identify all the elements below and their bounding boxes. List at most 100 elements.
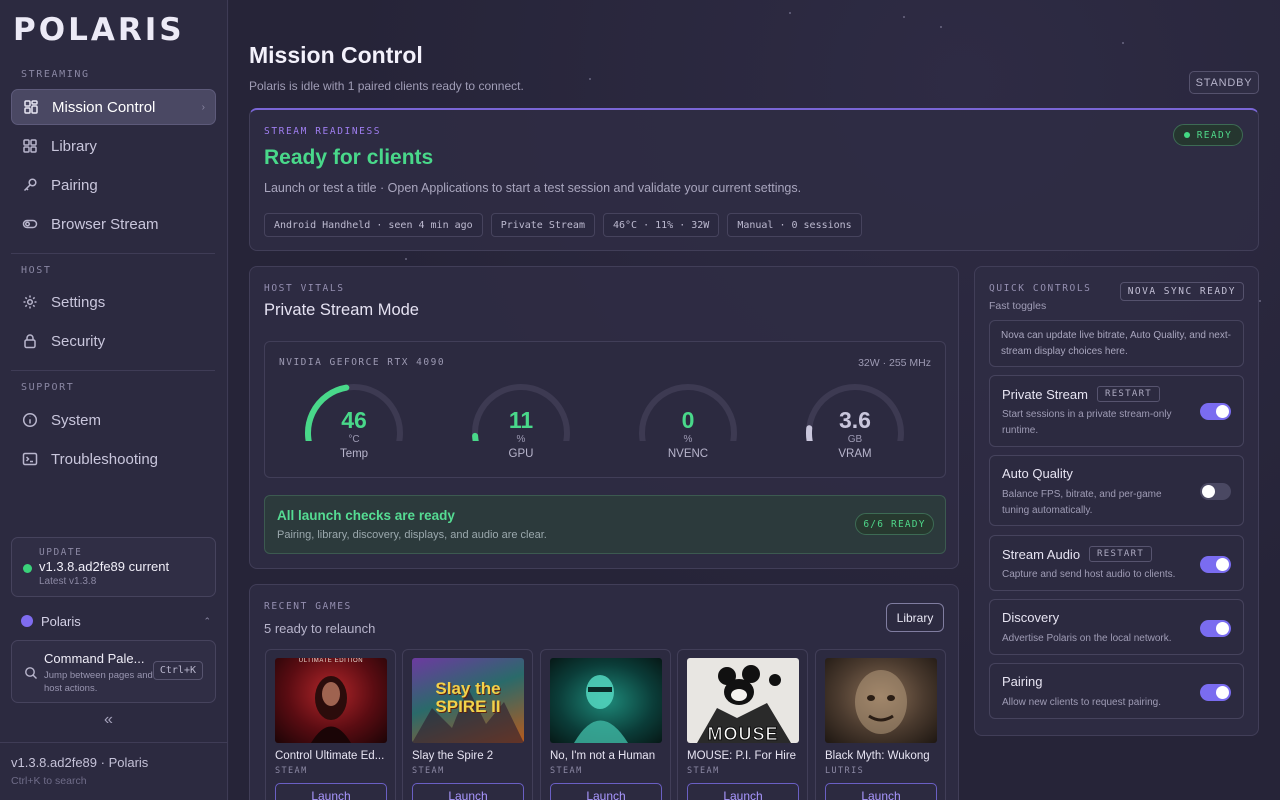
page-title: Mission Control [249, 42, 423, 68]
gauge-label: VRAM [838, 448, 872, 460]
checks-title: All launch checks are ready [277, 508, 455, 523]
game-cover: ULTIMATE EDITION [275, 658, 387, 743]
section-eyebrow: HOST VITALS [264, 283, 345, 294]
toggle-title: Stream Audio [1002, 546, 1081, 562]
sidebar-item-mission-control[interactable]: Mission Control › [11, 89, 216, 125]
checks-subtitle: Pairing, library, discovery, displays, a… [277, 529, 547, 541]
toggle-description: Advertise Polaris on the local network. [1002, 633, 1172, 644]
collapse-sidebar-icon[interactable]: « [104, 711, 113, 729]
sidebar-item-label: Pairing [51, 176, 98, 194]
toggle-title: Discovery [1002, 610, 1060, 625]
app-logo[interactable]: POLARIS [13, 13, 209, 47]
stream-audio-switch[interactable] [1200, 556, 1231, 573]
update-card[interactable]: UPDATE v1.3.8.ad2fe89 current Latest v1.… [11, 537, 216, 597]
sidebar-item-troubleshooting[interactable]: Troubleshooting [11, 441, 216, 477]
restart-badge: RESTART [1089, 546, 1153, 562]
update-version: v1.3.8.ad2fe89 current [39, 559, 170, 574]
game-cover [550, 658, 662, 743]
sidebar: POLARIS STREAMING Mission Control › Libr… [0, 0, 228, 800]
sidebar-item-label: Troubleshooting [51, 450, 159, 468]
game-title: No, I'm not a Human [550, 750, 656, 762]
game-card[interactable]: MOUSE MOUSE: P.I. For Hire STEAM Launch [677, 649, 808, 800]
gauge-unit: GB [847, 434, 863, 445]
gauge-nvenc: 0 % NVENC [636, 381, 740, 471]
game-source: STEAM [550, 766, 583, 776]
status-dot [23, 564, 32, 573]
readiness-title: Ready for clients [264, 146, 434, 169]
readiness-chips: Android Handheld · seen 4 min ago Privat… [264, 213, 862, 237]
update-latest: Latest v1.3.8 [39, 576, 97, 587]
command-palette-subtitle: Jump between pages and host actions. [44, 670, 153, 694]
toggle-icon [22, 216, 38, 232]
sidebar-item-settings[interactable]: Settings [11, 284, 216, 320]
command-palette-title: Command Pale... [44, 651, 145, 666]
launch-button[interactable]: Launch [550, 783, 662, 800]
gpu-panel: NVIDIA GEFORCE RTX 4090 32W · 255 MHz 46… [264, 341, 946, 478]
profile-switcher[interactable]: Polaris ⌃ [21, 612, 211, 630]
terminal-icon [22, 451, 38, 467]
game-card[interactable]: Black Myth: Wukong LUTRIS Launch [815, 649, 946, 800]
chevron-right-icon: › [201, 102, 205, 113]
game-source: STEAM [275, 766, 308, 776]
launch-button[interactable]: Launch [687, 783, 799, 800]
status-button[interactable]: STANDBY [1189, 71, 1259, 94]
status-dot [1183, 132, 1190, 138]
toggle-row-auto-quality: Auto Quality Balance FPS, bitrate, and p… [989, 455, 1244, 526]
sidebar-item-label: Library [51, 137, 97, 155]
auto-quality-switch[interactable] [1200, 483, 1231, 500]
game-card[interactable]: Slay the SPIRE II Slay the Spire 2 STEAM… [402, 649, 533, 800]
game-title: Control Ultimate Ed... [275, 750, 385, 762]
launch-button[interactable]: Launch [825, 783, 937, 800]
library-button[interactable]: Library [886, 603, 944, 632]
chip-sessions: Manual · 0 sessions [727, 213, 862, 237]
restart-badge: RESTART [1096, 386, 1161, 402]
gauge-label: Temp [339, 448, 369, 460]
launch-button[interactable]: Launch [275, 783, 387, 800]
gpu-stats: 32W · 255 MHz [858, 357, 931, 369]
sidebar-item-label: System [51, 411, 102, 429]
gauge-temp: 46 °C Temp [302, 381, 406, 471]
quick-controls-subtitle: Fast toggles [989, 300, 1047, 312]
game-cover: Slay the SPIRE II [412, 658, 524, 743]
discovery-switch[interactable] [1200, 620, 1231, 637]
gauge-unit: % [683, 434, 693, 445]
private-stream-switch[interactable] [1200, 403, 1231, 420]
gauge-label: GPU [508, 448, 534, 460]
recent-games-card: RECENT GAMES 5 ready to relaunch Library… [249, 584, 959, 800]
recent-games-subtitle: 5 ready to relaunch [264, 621, 376, 636]
game-card[interactable]: No, I'm not a Human STEAM Launch [540, 649, 671, 800]
shortcut-badge: Ctrl+K [152, 661, 203, 680]
sidebar-item-pairing[interactable]: Pairing [11, 167, 216, 203]
toggle-title: Private Stream [1002, 386, 1088, 402]
launch-checks-panel: All launch checks are ready Pairing, lib… [264, 495, 946, 554]
game-source: STEAM [412, 766, 445, 776]
sidebar-item-system[interactable]: System [11, 402, 216, 438]
gear-icon [22, 294, 38, 310]
gauge-gpu: 11 % GPU [469, 381, 573, 471]
toggle-description: Balance FPS, bitrate, and per-game tunin… [1002, 489, 1162, 516]
sidebar-item-browser-stream[interactable]: Browser Stream [11, 206, 216, 242]
game-source: LUTRIS [825, 766, 865, 776]
sidebar-item-library[interactable]: Library [11, 128, 216, 164]
key-icon [22, 177, 38, 193]
game-title: MOUSE: P.I. For Hire [687, 750, 797, 762]
gauge-value: 46 [341, 407, 367, 433]
gauge-unit: % [516, 434, 526, 445]
sidebar-item-security[interactable]: Security [11, 323, 216, 359]
ready-badge-label: READY [1196, 129, 1233, 141]
vitals-title: Private Stream Mode [264, 301, 419, 319]
game-title: Slay the Spire 2 [412, 750, 494, 762]
pairing-switch[interactable] [1200, 684, 1231, 701]
game-title: Black Myth: Wukong [825, 750, 930, 762]
launch-button[interactable]: Launch [412, 783, 524, 800]
gauge-value: 11 [508, 407, 534, 433]
toggle-description: Start sessions in a private stream-only … [1002, 409, 1172, 436]
section-eyebrow: RECENT GAMES [264, 601, 352, 612]
gauge-value: 0 [681, 407, 695, 433]
toggle-row-discovery: Discovery Advertise Polaris on the local… [989, 599, 1244, 655]
game-card[interactable]: ULTIMATE EDITION Control Ultimate Ed... … [265, 649, 396, 800]
command-palette-button[interactable]: Command Pale... Jump between pages and h… [11, 640, 216, 703]
nav-section-streaming: STREAMING [21, 69, 90, 80]
checks-badge: 6/6 READY [855, 513, 934, 535]
gauge-value: 3.6 [839, 407, 871, 433]
